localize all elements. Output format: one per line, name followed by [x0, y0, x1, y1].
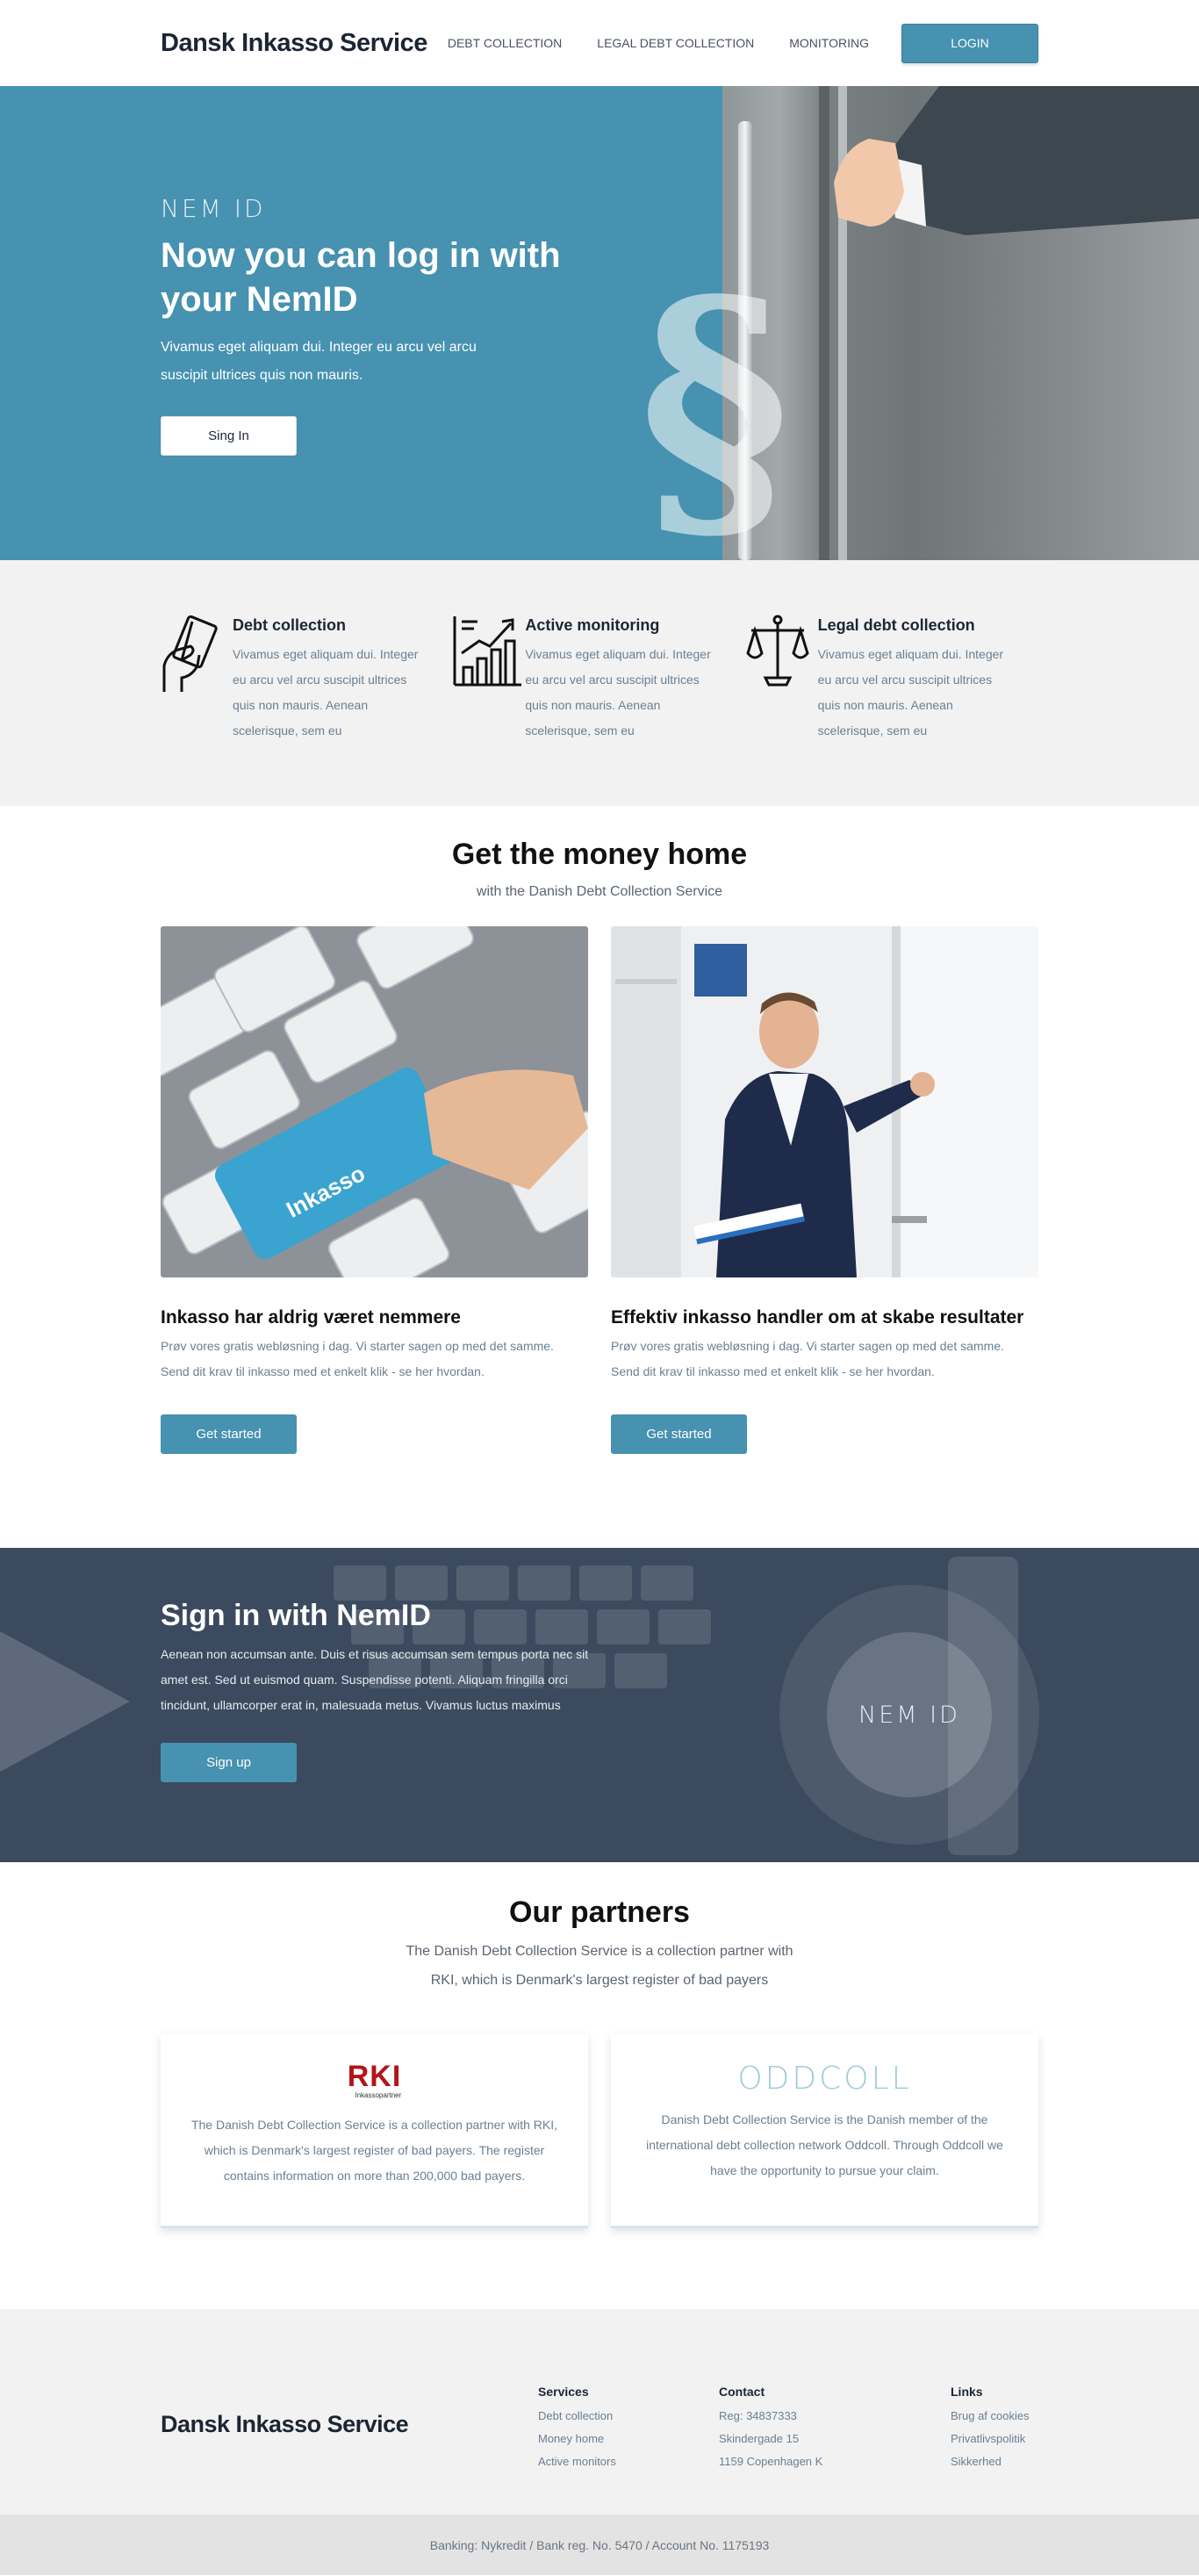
footer-link[interactable]: Privatlivspolitik — [951, 2428, 1030, 2450]
hero-section: § NEM ID Now you can log in with your Ne… — [0, 86, 1199, 560]
footer-link[interactable]: Sikkerhed — [951, 2450, 1030, 2473]
main-nav: DEBT COLLECTION LEGAL DEBT COLLECTION MO… — [448, 36, 869, 50]
rki-logo[interactable]: RKI Inkassopartner — [348, 2062, 402, 2099]
service-text: Vivamus eget aliquam dui. Integer eu arc… — [233, 647, 419, 738]
site-header: Dansk Inkasso Service DEBT COLLECTION LE… — [0, 0, 1199, 86]
section-title: Get the money home — [451, 838, 748, 871]
footer-link[interactable]: Money home — [538, 2428, 719, 2450]
footer-link[interactable]: Brug af cookies — [951, 2405, 1030, 2428]
footer-column-services: Services Debt collection Money home Acti… — [538, 2385, 719, 2473]
keyboard-inkasso-image: Inkasso — [161, 926, 588, 1277]
nav-legal-debt-collection[interactable]: LEGAL DEBT COLLECTION — [597, 36, 754, 50]
footer-column-title: Contact — [719, 2385, 765, 2399]
oddcoll-logo[interactable]: ODDCOLL — [611, 2062, 1038, 2097]
hero-text: Vivamus eget aliquam dui. Integer eu arc… — [161, 340, 477, 383]
service-text: Vivamus eget aliquam dui. Integer eu arc… — [525, 647, 711, 738]
service-title: Legal debt collection — [817, 616, 975, 634]
rki-logo-subtext: Inkassopartner — [355, 2091, 402, 2099]
site-footer: Dansk Inkasso Service Services Debt coll… — [0, 2309, 1199, 2515]
footer-logo[interactable]: Dansk Inkasso Service — [161, 2411, 538, 2473]
footer-column-contact: Contact Reg: 34837333 Skindergade 15 115… — [719, 2385, 951, 2473]
card-hand-icon — [161, 615, 233, 744]
footer-contact-line: 1159 Copenhagen K — [719, 2455, 823, 2468]
site-logo[interactable]: Dansk Inkasso Service — [161, 29, 427, 58]
footer-column-title: Links — [951, 2385, 983, 2399]
nemid-circle-badge: NEM ID — [827, 1632, 992, 1797]
get-started-button[interactable]: Get started — [611, 1414, 747, 1454]
nav-debt-collection[interactable]: DEBT COLLECTION — [448, 36, 562, 50]
partner-card-oddcoll: ODDCOLL Danish Debt Collection Service i… — [611, 2033, 1038, 2228]
money-home-section: Get the money home with the Danish Debt … — [0, 806, 1199, 1548]
feature-card: Inkasso Inkasso har aldrig været nemmere… — [161, 926, 588, 1454]
sign-up-button[interactable]: Sign up — [161, 1743, 297, 1782]
hero-arm-image — [834, 86, 1199, 235]
sign-in-button[interactable]: Sing In — [161, 416, 297, 456]
signin-content: Sign in with NemID Aenean non accumsan a… — [161, 1599, 591, 1782]
login-button[interactable]: LOGIN — [901, 23, 1038, 63]
footer-contact-line: Skindergade 15 — [719, 2432, 800, 2445]
growth-chart-icon — [453, 615, 525, 744]
service-active-monitoring: Active monitoring Vivamus eget aliquam d… — [453, 615, 745, 744]
get-started-button[interactable]: Get started — [161, 1414, 297, 1454]
partner-text: Danish Debt Collection Service is the Da… — [646, 2112, 1003, 2177]
footer-contact-line: Reg: 34837333 — [719, 2409, 797, 2422]
businessman-knocking-image — [611, 926, 1038, 1277]
nemid-badge-text: NEM ID — [858, 1701, 960, 1729]
paragraph-symbol: § — [639, 236, 791, 560]
rki-logo-text: RKI — [347, 2060, 402, 2093]
footer-column-links: Links Brug af cookies Privatlivspolitik … — [951, 2385, 1030, 2473]
services-section: Debt collection Vivamus eget aliquam dui… — [0, 560, 1199, 806]
service-title: Active monitoring — [525, 616, 660, 634]
feature-card: Effektiv inkasso handler om at skabe res… — [611, 926, 1038, 1454]
nemid-label: NEM ID — [161, 194, 266, 223]
door-frame-shape — [819, 86, 829, 560]
partner-text: The Danish Debt Collection Service is a … — [190, 2118, 558, 2183]
scales-icon — [745, 615, 818, 744]
section-subtitle: with the Danish Debt Collection Service — [476, 884, 723, 899]
nemid-signin-section: NEM ID Sign in with NemID Aenean non acc… — [0, 1548, 1199, 1862]
signin-text: Aenean non accumsan ante. Duis et risus … — [161, 1647, 589, 1712]
decorative-triangle — [0, 1631, 130, 1772]
hero-title: Now you can log in with your NemID — [161, 236, 561, 319]
service-text: Vivamus eget aliquam dui. Integer eu arc… — [817, 647, 1004, 738]
card-title: Inkasso har aldrig været nemmere — [161, 1307, 461, 1328]
section-subtitle: The Danish Debt Collection Service is a … — [406, 1944, 793, 1988]
service-legal-debt-collection: Legal debt collection Vivamus eget aliqu… — [745, 615, 1038, 744]
partner-card-rki: RKI Inkassopartner The Danish Debt Colle… — [161, 2033, 588, 2228]
footer-link[interactable]: Active monitors — [538, 2450, 719, 2473]
partners-section: Our partners The Danish Debt Collection … — [0, 1862, 1199, 2309]
hero-content: NEM ID Now you can log in with your NemI… — [161, 194, 582, 456]
section-title: Our partners — [509, 1896, 690, 1929]
nav-monitoring[interactable]: MONITORING — [789, 36, 869, 50]
signin-title: Sign in with NemID — [161, 1599, 431, 1632]
card-title: Effektiv inkasso handler om at skabe res… — [611, 1307, 1024, 1328]
service-debt-collection: Debt collection Vivamus eget aliquam dui… — [161, 615, 453, 744]
footer-link[interactable]: Debt collection — [538, 2405, 719, 2428]
card-text: Prøv vores gratis webløsning i dag. Vi s… — [611, 1339, 1004, 1378]
card-text: Prøv vores gratis webløsning i dag. Vi s… — [161, 1339, 554, 1378]
banking-info: Banking: Nykredit / Bank reg. No. 5470 /… — [429, 2537, 770, 2552]
service-title: Debt collection — [233, 616, 347, 634]
footer-bottom-bar: Banking: Nykredit / Bank reg. No. 5470 /… — [0, 2515, 1199, 2575]
footer-column-title: Services — [538, 2385, 589, 2399]
